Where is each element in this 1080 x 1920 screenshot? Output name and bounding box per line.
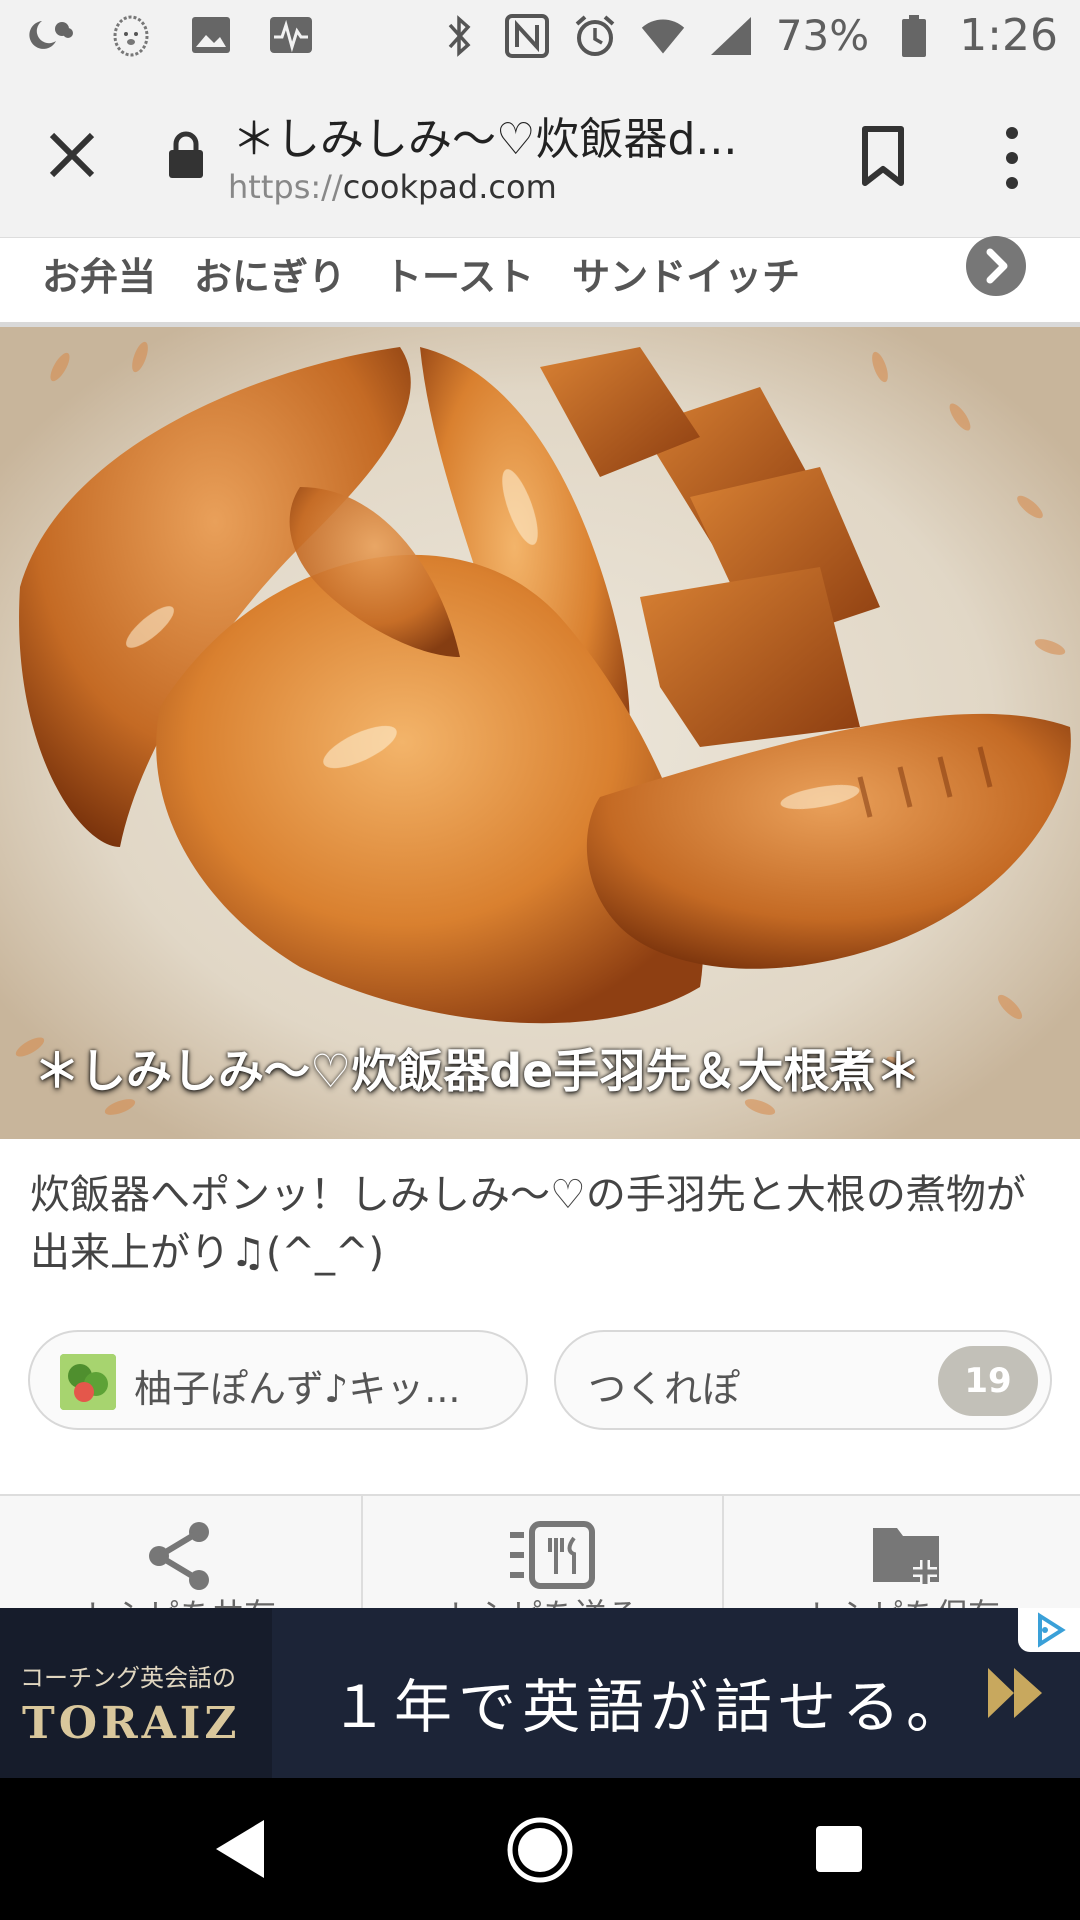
share-icon	[149, 1522, 209, 1590]
recipe-photo-title: ＊しみしみ～♡炊飯器de手羽先＆大根煮＊	[34, 1044, 922, 1098]
tsukurepo-label: つくれぽ	[588, 1367, 741, 1411]
ad-banner[interactable]: コーチング英会話の TORAIZ １年で英語が話せる。	[0, 1608, 1080, 1778]
back-icon[interactable]	[212, 1818, 268, 1884]
dish-illustration	[0, 327, 1080, 1139]
send-recipe-button[interactable]: レシピを送る	[361, 1496, 721, 1634]
recipe-actions: レシピを共有 レシピを送る レシピを保存	[0, 1494, 1080, 1634]
author-chip[interactable]: 柚子ぽんず♪キッ...	[28, 1330, 528, 1430]
more-menu-icon[interactable]	[1000, 123, 1024, 193]
nfc-icon	[504, 13, 550, 59]
bluetooth-icon	[436, 13, 482, 59]
lock-icon[interactable]	[166, 130, 206, 180]
page-title[interactable]: ＊しみしみ～♡炊飯器d...	[232, 103, 792, 167]
battery-icon	[891, 13, 937, 59]
category-item[interactable]: サンドイッチ	[572, 246, 800, 301]
category-item[interactable]: トースト	[384, 246, 534, 301]
category-strip: お弁当 おにぎり トースト サンドイッチ	[0, 238, 1080, 324]
author-name: 柚子ぽんず♪キッ...	[134, 1367, 461, 1411]
status-bar: 73% 1:26	[0, 0, 1080, 75]
folder-add-icon	[873, 1528, 939, 1584]
share-recipe-button[interactable]: レシピを共有	[0, 1496, 360, 1634]
wifi-icon	[640, 13, 686, 59]
hedgehog-icon	[108, 12, 154, 58]
image-icon	[188, 12, 234, 58]
recipe-send-icon	[510, 1521, 595, 1589]
category-item[interactable]: お弁当	[42, 246, 156, 301]
battery-percent: 73%	[775, 11, 870, 60]
signal-icon	[708, 13, 754, 59]
url-host: cookpad.com	[342, 168, 557, 206]
home-icon[interactable]	[506, 1816, 574, 1888]
ad-logo-panel: コーチング英会話の TORAIZ	[0, 1608, 272, 1778]
url-scheme: https://	[228, 168, 343, 206]
bookmark-icon[interactable]	[855, 125, 911, 189]
clock-time: 1:26	[959, 10, 1058, 61]
system-nav-bar	[0, 1778, 1080, 1920]
ad-copy: １年で英語が話せる。	[330, 1673, 971, 1741]
recipe-photo[interactable]: ＊しみしみ～♡炊飯器de手羽先＆大根煮＊	[0, 327, 1080, 1139]
category-item[interactable]: おにぎり	[194, 246, 346, 301]
pulse-icon	[268, 12, 314, 58]
fast-forward-icon	[986, 1666, 1044, 1720]
tsukurepo-count-badge: 19	[938, 1346, 1038, 1416]
chevron-right-icon[interactable]	[966, 236, 1026, 296]
page-url[interactable]: https://cookpad.com	[228, 168, 557, 206]
close-icon[interactable]	[42, 125, 102, 185]
recipe-description: 炊飯器へポンッ！しみしみ～♡の手羽先と大根の煮物が出来上がり♫(^_^)	[30, 1172, 1026, 1276]
save-recipe-button[interactable]: レシピを保存	[722, 1496, 1080, 1634]
alarm-icon	[572, 13, 618, 59]
browser-toolbar: ＊しみしみ～♡炊飯器d... https://cookpad.com	[0, 75, 1080, 238]
avatar	[60, 1354, 116, 1410]
ad-brand: TORAIZ	[22, 1698, 241, 1749]
tsukurepo-chip[interactable]: つくれぽ 19	[554, 1330, 1052, 1430]
ad-subtitle: コーチング英会話の	[20, 1664, 236, 1692]
ad-choices-icon[interactable]	[1018, 1608, 1080, 1652]
moon-cloud-icon	[28, 12, 74, 58]
recents-icon[interactable]	[816, 1826, 862, 1872]
